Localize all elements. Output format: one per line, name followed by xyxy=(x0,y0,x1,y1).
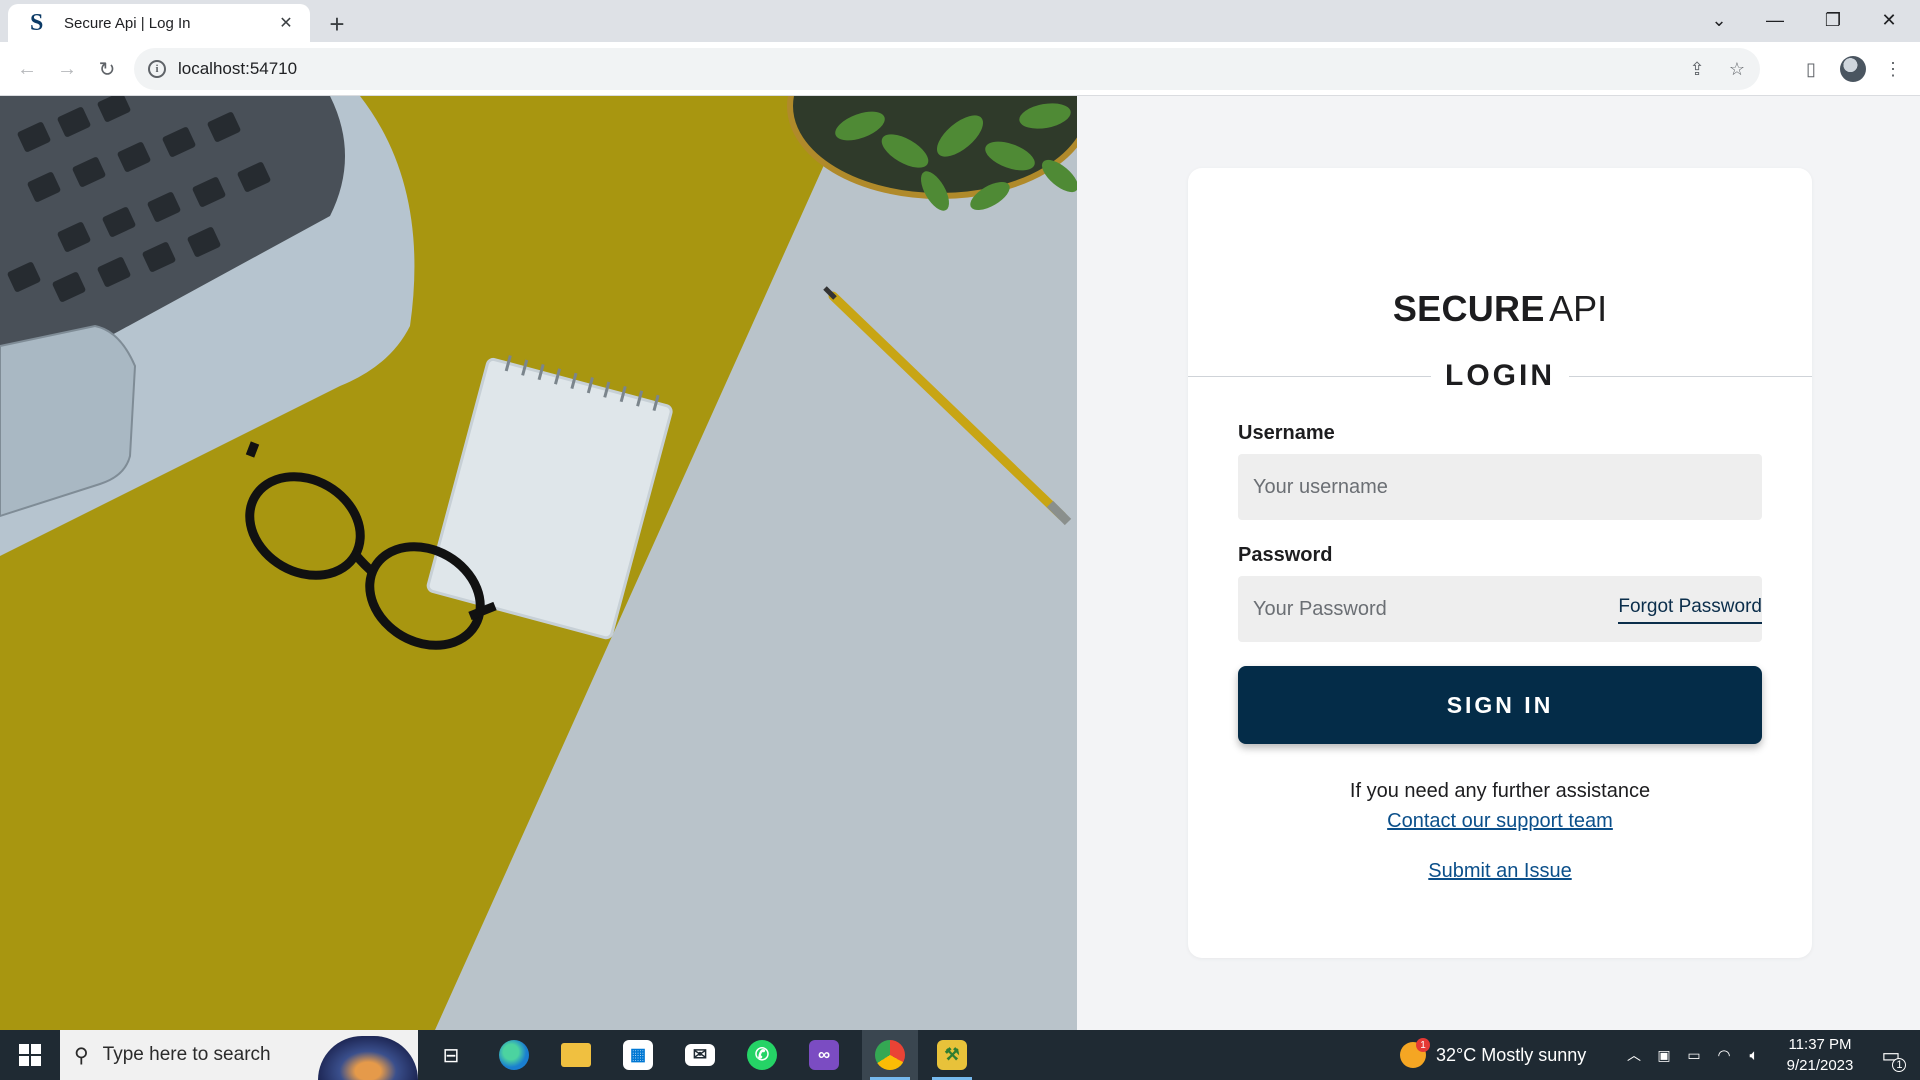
favicon-icon: S xyxy=(30,10,44,36)
meet-icon[interactable]: ▣ xyxy=(1650,1030,1678,1080)
bookmark-star-icon[interactable]: ☆ xyxy=(1720,52,1754,86)
whatsapp-logo: ✆ xyxy=(747,1040,777,1070)
weather-widget[interactable]: 1 32°C Mostly sunny xyxy=(1400,1030,1610,1080)
share-icon[interactable]: ⇪ xyxy=(1680,52,1714,86)
side-panel-icon[interactable]: ▯ xyxy=(1794,52,1828,86)
login-card: SECURE API LOGIN Username Password Forgo… xyxy=(1188,168,1812,958)
weather-badge: 1 xyxy=(1416,1038,1430,1052)
mail-icon[interactable]: ✉ xyxy=(676,1030,724,1080)
username-input[interactable] xyxy=(1238,454,1762,520)
weather-sun-icon: 1 xyxy=(1400,1038,1430,1068)
login-title: LOGIN xyxy=(1445,359,1555,392)
file-explorer-icon[interactable] xyxy=(552,1030,600,1080)
menu-icon[interactable]: ⋮ xyxy=(1876,52,1910,86)
divider xyxy=(1569,375,1812,377)
app-icon[interactable]: ⚒ xyxy=(924,1030,980,1080)
folder-logo xyxy=(561,1043,591,1067)
submit-issue-link[interactable]: Submit an Issue xyxy=(1428,860,1571,882)
login-heading: LOGIN xyxy=(1188,356,1812,396)
forgot-password-link[interactable]: Forgot Password xyxy=(1618,596,1762,624)
forward-button[interactable]: → xyxy=(50,52,84,86)
brand-light: API xyxy=(1549,288,1608,329)
new-tab-button[interactable]: + xyxy=(320,7,354,41)
site-info-icon[interactable]: i xyxy=(148,60,166,78)
search-highlight-image xyxy=(318,1036,418,1080)
page-content: SECURE API LOGIN Username Password Forgo… xyxy=(0,96,1920,1030)
volume-icon[interactable]: 🔈︎ xyxy=(1740,1030,1768,1080)
windows-logo-icon xyxy=(19,1044,41,1066)
edge-icon[interactable] xyxy=(490,1030,538,1080)
notification-icon[interactable]: ▭ 1 xyxy=(1868,1030,1914,1080)
mail-logo: ✉ xyxy=(685,1044,715,1066)
divider xyxy=(1188,375,1431,377)
back-button[interactable]: ← xyxy=(10,52,44,86)
contact-support-link[interactable]: Contact our support team xyxy=(1387,810,1613,832)
issue-link-row: Submit an Issue xyxy=(1188,860,1812,883)
chrome-icon[interactable] xyxy=(862,1030,918,1080)
minimize-button[interactable]: — xyxy=(1748,0,1802,40)
hero-image xyxy=(0,96,1077,1030)
chrome-logo xyxy=(875,1040,905,1070)
taskbar: ⚲ Type here to search ⊟ ▦ ✉ ✆ ∞ ⚒ 1 32°C… xyxy=(0,1030,1920,1080)
browser-tabbar: S Secure Api | Log In ✕ + ⌄ — ❐ ✕ xyxy=(0,0,1920,42)
close-window-button[interactable]: ✕ xyxy=(1862,0,1916,40)
store-logo: ▦ xyxy=(623,1040,653,1070)
tab-search-icon[interactable]: ⌄ xyxy=(1692,0,1746,40)
whatsapp-icon[interactable]: ✆ xyxy=(738,1030,786,1080)
clock-time: 11:37 PM xyxy=(1788,1036,1852,1053)
profile-avatar[interactable] xyxy=(1836,52,1870,86)
avatar xyxy=(1840,56,1866,82)
weather-text: 32°C Mostly sunny xyxy=(1436,1044,1587,1065)
battery-icon[interactable]: ▭ xyxy=(1680,1030,1708,1080)
task-view-icon[interactable]: ⊟ xyxy=(428,1030,474,1080)
sign-in-button[interactable]: SIGN IN xyxy=(1238,666,1762,744)
username-label: Username xyxy=(1238,422,1335,444)
edge-logo xyxy=(499,1040,529,1070)
assistance-text: If you need any further assistance xyxy=(1349,780,1651,802)
vs-logo: ∞ xyxy=(809,1040,839,1070)
start-icon[interactable] xyxy=(0,1030,60,1080)
show-hidden-icons[interactable]: ︿ xyxy=(1620,1030,1648,1080)
tab-title: Secure Api | Log In xyxy=(64,14,191,32)
desk-illustration xyxy=(0,96,1077,1030)
visual-studio-icon[interactable]: ∞ xyxy=(800,1030,848,1080)
store-icon[interactable]: ▦ xyxy=(614,1030,662,1080)
wifi-icon[interactable]: ◠ xyxy=(1710,1030,1738,1080)
browser-tab[interactable]: S Secure Api | Log In ✕ xyxy=(8,4,310,42)
password-label: Password xyxy=(1238,544,1333,566)
clock-date: 9/21/2023 xyxy=(1786,1057,1854,1074)
search-placeholder: Type here to search xyxy=(102,1044,271,1065)
clock[interactable]: 11:37 PM 9/21/2023 xyxy=(1770,1034,1870,1076)
reload-button[interactable]: ↻ xyxy=(90,52,124,86)
notification-count: 1 xyxy=(1892,1057,1907,1072)
search-icon: ⚲ xyxy=(74,1044,89,1067)
brand-title: SECURE API xyxy=(1188,288,1812,330)
app-logo: ⚒ xyxy=(937,1040,967,1070)
url-text[interactable]: localhost:54710 xyxy=(178,59,1680,79)
taskbar-search[interactable]: ⚲ Type here to search xyxy=(60,1030,418,1080)
close-tab-icon[interactable]: ✕ xyxy=(274,11,298,35)
address-bar[interactable]: i localhost:54710 ⇪ ☆ xyxy=(134,48,1760,90)
browser-toolbar: ← → ↻ i localhost:54710 ⇪ ☆ ▯ ⋮ xyxy=(0,42,1920,96)
brand-strong: SECURE xyxy=(1392,288,1545,329)
restore-button[interactable]: ❐ xyxy=(1806,0,1860,40)
support-link-row: Contact our support team xyxy=(1188,810,1812,833)
